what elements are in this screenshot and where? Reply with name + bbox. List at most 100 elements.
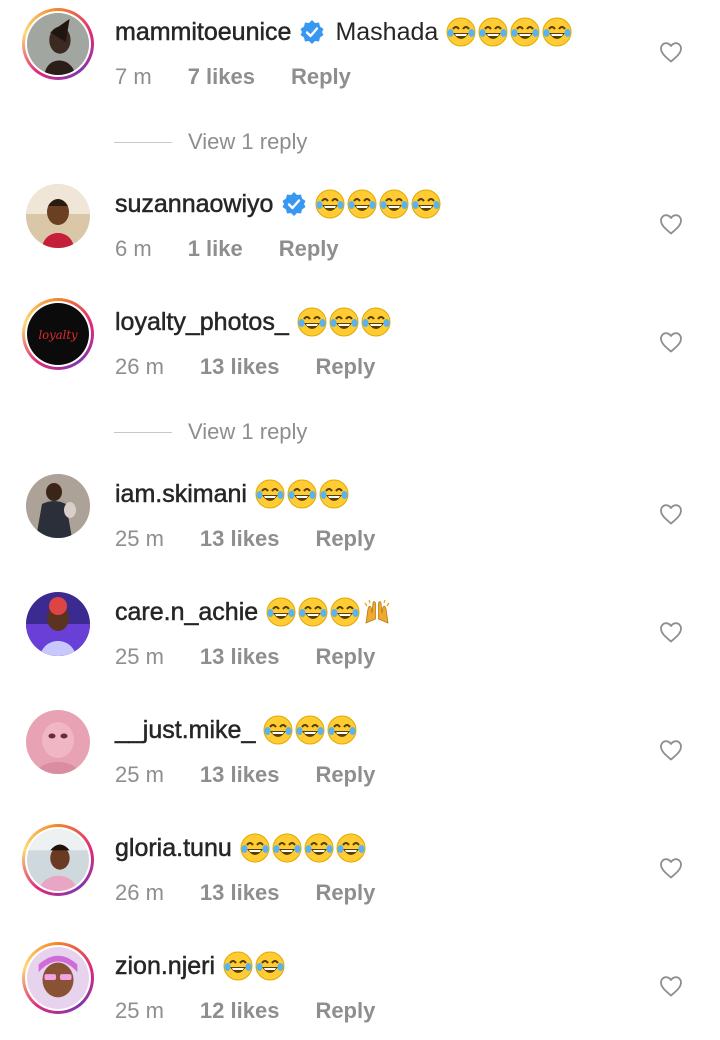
tears-of-joy-emoji (327, 715, 357, 745)
tears-of-joy-emoji (272, 833, 302, 863)
comment-item: gloria.tunu 26 m 13 likes Reply (0, 816, 720, 916)
likes-count[interactable]: 1 like (188, 236, 243, 262)
tears-of-joy-emoji (510, 17, 540, 47)
tears-of-joy-emoji (304, 833, 334, 863)
comment-item: mammitoeunice Mashada 7 m 7 likes Reply (0, 0, 720, 100)
view-replies-button[interactable]: View 1 reply (114, 417, 307, 447)
view-replies-label: View 1 reply (188, 419, 308, 444)
username[interactable]: suzannaowiyo (115, 189, 274, 219)
tears-of-joy-emoji (336, 833, 366, 863)
comment-item: loyalty loyalty_photos_ 26 m 13 likes Re… (0, 290, 720, 390)
reply-button[interactable]: Reply (315, 880, 375, 906)
heart-outline-icon[interactable] (659, 503, 683, 525)
comment-time: 25 m (115, 762, 164, 787)
avatar[interactable] (22, 824, 94, 896)
emoji-group (315, 189, 441, 219)
likes-count[interactable]: 13 likes (200, 354, 280, 380)
heart-outline-icon[interactable] (659, 331, 683, 353)
tears-of-joy-emoji (266, 597, 296, 627)
tears-of-joy-emoji (361, 307, 391, 337)
reply-thread-divider (114, 141, 172, 143)
heart-outline-icon[interactable] (659, 621, 683, 643)
likes-count[interactable]: 13 likes (200, 762, 280, 788)
emoji-group (240, 833, 366, 863)
comment-item: zion.njeri 25 m 12 likes Reply (0, 934, 720, 1034)
tears-of-joy-emoji (263, 715, 293, 745)
emoji-group (263, 715, 357, 745)
heart-outline-icon[interactable] (659, 739, 683, 761)
verified-badge-icon (299, 19, 325, 45)
view-replies-label: View 1 reply (188, 129, 308, 154)
tears-of-joy-emoji (295, 715, 325, 745)
heart-outline-icon[interactable] (659, 975, 683, 997)
heart-outline-icon[interactable] (659, 213, 683, 235)
tears-of-joy-emoji (446, 17, 476, 47)
tears-of-joy-emoji (379, 189, 409, 219)
tears-of-joy-emoji (287, 479, 317, 509)
reply-button[interactable]: Reply (279, 236, 339, 262)
tears-of-joy-emoji (297, 307, 327, 337)
avatar[interactable]: loyalty (22, 298, 94, 370)
username[interactable]: care.n_achie (115, 597, 259, 627)
view-replies-button[interactable]: View 1 reply (114, 127, 307, 157)
emoji-group (223, 951, 285, 981)
likes-count[interactable]: 13 likes (200, 880, 280, 906)
raising-hands-emoji (362, 597, 392, 627)
likes-count[interactable]: 7 likes (188, 64, 255, 90)
comment-time: 7 m (115, 64, 152, 89)
likes-count[interactable]: 13 likes (200, 644, 280, 670)
avatar[interactable] (22, 588, 94, 660)
tears-of-joy-emoji (315, 189, 345, 219)
likes-count[interactable]: 12 likes (200, 998, 280, 1024)
tears-of-joy-emoji (347, 189, 377, 219)
comment-time: 26 m (115, 880, 164, 905)
comment-time: 25 m (115, 644, 164, 669)
reply-button[interactable]: Reply (315, 998, 375, 1024)
avatar[interactable] (22, 470, 94, 542)
verified-badge-icon (281, 191, 307, 217)
tears-of-joy-emoji (255, 951, 285, 981)
reply-thread-divider (114, 431, 172, 433)
heart-outline-icon[interactable] (659, 857, 683, 879)
likes-count[interactable]: 13 likes (200, 526, 280, 552)
reply-button[interactable]: Reply (315, 644, 375, 670)
tears-of-joy-emoji (542, 17, 572, 47)
tears-of-joy-emoji (298, 597, 328, 627)
avatar[interactable] (22, 8, 94, 80)
tears-of-joy-emoji (411, 189, 441, 219)
username[interactable]: mammitoeunice (115, 17, 292, 47)
comment-item: iam.skimani 25 m 13 likes Reply (0, 462, 720, 562)
avatar[interactable] (22, 180, 94, 252)
username[interactable]: loyalty_photos_ (115, 307, 289, 337)
tears-of-joy-emoji (478, 17, 508, 47)
tears-of-joy-emoji (240, 833, 270, 863)
username[interactable]: zion.njeri (115, 951, 216, 981)
tears-of-joy-emoji (255, 479, 285, 509)
tears-of-joy-emoji (329, 307, 359, 337)
emoji-group (446, 17, 572, 47)
username[interactable]: gloria.tunu (115, 833, 232, 863)
emoji-group (266, 597, 392, 627)
tears-of-joy-emoji (330, 597, 360, 627)
avatar[interactable] (22, 942, 94, 1014)
emoji-group (297, 307, 391, 337)
comment-item: care.n_achie 25 m 13 likes Reply (0, 580, 720, 680)
reply-button[interactable]: Reply (315, 526, 375, 552)
tears-of-joy-emoji (223, 951, 253, 981)
comment-item: suzannaowiyo 6 m 1 like Reply (0, 172, 720, 272)
comment-text: Mashada (335, 18, 439, 46)
username[interactable]: __just.mike_ (115, 715, 256, 745)
avatar-logo-text: loyalty (38, 328, 78, 342)
heart-outline-icon[interactable] (659, 41, 683, 63)
comment-item: __just.mike_ 25 m 13 likes Reply (0, 698, 720, 798)
comment-time: 25 m (115, 998, 164, 1023)
reply-button[interactable]: Reply (315, 354, 375, 380)
comment-time: 25 m (115, 526, 164, 551)
comment-time: 26 m (115, 354, 164, 379)
tears-of-joy-emoji (319, 479, 349, 509)
reply-button[interactable]: Reply (291, 64, 351, 90)
comment-time: 6 m (115, 236, 152, 261)
avatar[interactable] (22, 706, 94, 778)
reply-button[interactable]: Reply (315, 762, 375, 788)
username[interactable]: iam.skimani (115, 479, 247, 509)
